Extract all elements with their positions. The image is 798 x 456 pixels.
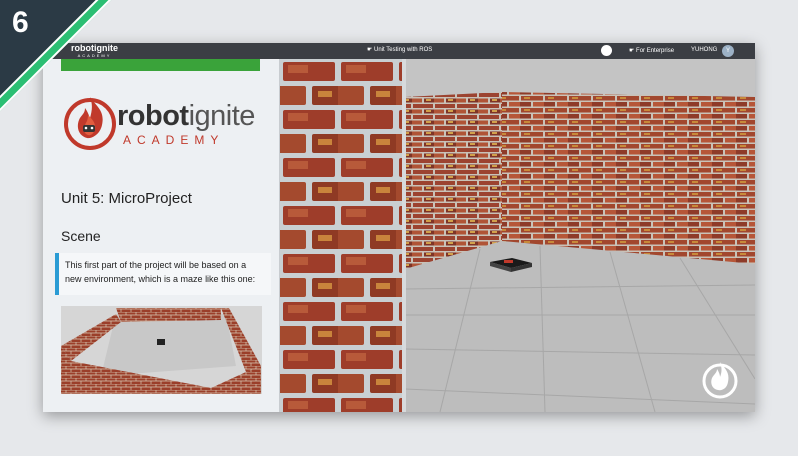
maze-preview-image	[61, 306, 262, 394]
enterprise-link[interactable]: ☛ For Enterprise	[629, 47, 674, 54]
intro-callout: This first part of the project will be b…	[55, 253, 271, 295]
globe-icon[interactable]	[601, 45, 612, 56]
app-window: robotignite ACADEMY ☛ Unit Testing with …	[43, 43, 755, 412]
step-badge: 6	[0, 0, 118, 118]
brand-name: robotignite	[117, 101, 255, 131]
avatar[interactable]: Y	[722, 45, 734, 57]
brand-name-ignite: ignite	[188, 100, 256, 132]
brand-name-robot: robot	[117, 100, 189, 132]
robotignite-watermark-icon	[702, 362, 738, 399]
section-heading: Scene	[61, 228, 101, 244]
username-label[interactable]: YUHONG	[691, 47, 717, 53]
step-number: 6	[12, 6, 29, 39]
top-nav: robotignite ACADEMY ☛ Unit Testing with …	[43, 43, 755, 59]
course-title-link[interactable]: ☛ Unit Testing with ROS	[367, 46, 432, 53]
unit-title: Unit 5: MicroProject	[61, 190, 192, 207]
brand-subtitle: ACADEMY	[123, 133, 225, 147]
simulation-viewport[interactable]	[280, 59, 755, 412]
